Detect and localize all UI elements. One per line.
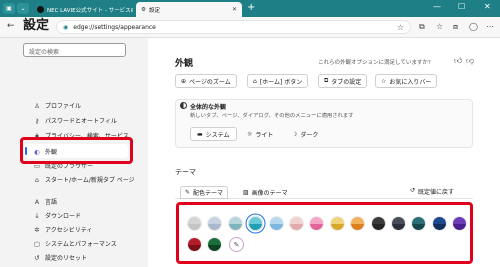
mode-label: システム bbox=[205, 131, 230, 139]
profile-avatar-icon[interactable]: ◯ bbox=[469, 22, 478, 31]
highlight-box-color-themes bbox=[176, 202, 473, 264]
back-icon[interactable]: ← bbox=[7, 21, 15, 31]
sidebar-item-label: 設定のリセット bbox=[45, 255, 88, 262]
sidebar-item-label: システムとパフォーマンス bbox=[45, 241, 117, 248]
button-label: タブの設定 bbox=[331, 78, 362, 86]
settings-title: 設定 bbox=[23, 18, 50, 33]
sidebar-item-label: アクセシビリティ bbox=[45, 227, 93, 234]
collections-icon[interactable]: ⧈ bbox=[453, 22, 458, 32]
url-input[interactable]: ◉ edge://settings/appearance ☆ bbox=[56, 20, 411, 34]
person-icon: ♙ bbox=[34, 101, 40, 110]
download-icon: ↓ bbox=[34, 211, 40, 220]
button-label: [ホーム] ボタン bbox=[259, 78, 303, 86]
overall-appearance-description: 新しいタブ、ページ、ダイアログ、その他のメニューに適用されます bbox=[190, 113, 354, 119]
overall-appearance-title: 全体的な外観 bbox=[190, 104, 227, 111]
edge-logo-icon: ◉ bbox=[63, 23, 69, 31]
tab-title: NEC LAVIE公式サイト - サービス& bbox=[47, 7, 133, 14]
close-tab-icon[interactable]: ✕ bbox=[232, 6, 237, 13]
thumbs-down-icon[interactable]: 👎︎ bbox=[466, 56, 474, 66]
thumbs-up-icon[interactable]: 👍︎ bbox=[454, 56, 462, 66]
image-icon: ▨ bbox=[243, 189, 249, 196]
zoom-button[interactable]: ⊕ ページのズーム bbox=[175, 74, 237, 88]
mode-label: ダーク bbox=[300, 131, 319, 139]
button-label: ページのズーム bbox=[189, 78, 231, 86]
feedback-question: これらの外観オプションに満足していますか? bbox=[318, 60, 431, 66]
url-text: edge://settings/appearance bbox=[73, 23, 156, 31]
star-icon: ☆ bbox=[381, 77, 387, 85]
reset-icon: ↺ bbox=[34, 253, 40, 262]
favorites-icon[interactable]: ☆ bbox=[436, 22, 443, 31]
moon-icon: ☽ bbox=[292, 130, 298, 138]
tabs-icon: ⧉ bbox=[324, 77, 329, 84]
settings-search-input[interactable]: 設定の検索 bbox=[23, 43, 126, 57]
sidebar-item-label: ダウンロード bbox=[45, 213, 82, 220]
mode-system-button[interactable]: ▬ システム bbox=[190, 127, 237, 141]
zoom-icon: ⊕ bbox=[181, 77, 187, 85]
reset-label: 既定値に戻す bbox=[418, 189, 455, 196]
close-icon[interactable]: ✕ bbox=[484, 2, 491, 11]
paint-brush-icon: ✎ bbox=[185, 189, 191, 196]
accessibility-icon: ✲ bbox=[34, 225, 40, 234]
more-menu-icon[interactable]: ⋯ bbox=[486, 22, 494, 31]
home-icon: ⌂ bbox=[253, 77, 257, 85]
tab-label: 画像のテーマ bbox=[251, 190, 288, 197]
address-bar: ← ↻ ◉ edge://settings/appearance ☆ ⧉ ☆ ⧈… bbox=[0, 17, 500, 38]
home-icon: ⌂ bbox=[34, 175, 40, 184]
sidebar-item-label: プロファイル bbox=[45, 103, 82, 110]
sidebar-item-label: 言語 bbox=[45, 199, 58, 206]
highlight-box-appearance bbox=[20, 137, 133, 164]
sidebar-item-accessibility[interactable]: ✲ アクセシビリティ bbox=[33, 225, 93, 235]
button-label: お気に入りバー bbox=[389, 78, 432, 86]
title-bar: ▣ ⌄ NEC LAVIE公式サイト - サービス& ✕ ⚙ 設定 ✕ + — … bbox=[0, 0, 500, 17]
minimize-icon[interactable]: — bbox=[433, 2, 441, 11]
key-icon: ⚷ bbox=[34, 116, 40, 125]
computer-icon: ▢ bbox=[33, 239, 41, 248]
profile-icon[interactable]: ▣ bbox=[3, 3, 15, 14]
new-tab-button[interactable]: + bbox=[247, 2, 255, 13]
tab-color-theme[interactable]: ✎ 配色テーマ bbox=[180, 186, 229, 199]
favorite-star-icon[interactable]: ☆ bbox=[397, 23, 404, 32]
maximize-icon[interactable]: ☐ bbox=[458, 2, 465, 11]
mode-light-button[interactable]: ☼ ライト bbox=[241, 127, 279, 141]
tab-label: 配色テーマ bbox=[193, 190, 224, 197]
sidebar-item-label: パスワードとオートフィル bbox=[45, 118, 117, 125]
tab-settings-button[interactable]: ⧉ タブの設定 bbox=[318, 74, 368, 88]
sidebar-item-label: スタート/ホーム/新規タブ ページ bbox=[45, 177, 135, 184]
contrast-icon bbox=[180, 102, 187, 109]
gear-icon: ⚙ bbox=[141, 6, 146, 13]
language-icon: A bbox=[34, 197, 40, 206]
mode-label: ライト bbox=[255, 131, 274, 139]
mode-dark-button[interactable]: ☽ ダーク bbox=[286, 127, 324, 141]
sidebar-item-downloads[interactable]: ↓ ダウンロード bbox=[33, 211, 82, 221]
sidebar-item-system[interactable]: ▢ システムとパフォーマンス bbox=[33, 239, 117, 249]
reset-to-default-button[interactable]: ↺ 既定値に戻す bbox=[410, 187, 454, 196]
sidebar-item-reset[interactable]: ↺ 設定のリセット bbox=[33, 253, 88, 263]
monitor-icon: ▬ bbox=[197, 130, 203, 138]
tab-settings[interactable]: ⚙ 設定 ✕ bbox=[136, 2, 242, 17]
favorites-bar-button[interactable]: ☆ お気に入りバー bbox=[375, 74, 438, 88]
sidebar-item-profile[interactable]: ♙ プロファイル bbox=[33, 101, 82, 111]
tab-image-theme[interactable]: ▨ 画像のテーマ bbox=[239, 186, 292, 199]
split-screen-icon[interactable]: ⧉ bbox=[419, 22, 425, 32]
sidebar-item-start-home[interactable]: ⌂ スタート/ホーム/新規タブ ページ bbox=[33, 175, 135, 185]
sidebar-item-languages[interactable]: A 言語 bbox=[33, 197, 58, 207]
home-button-shortcut[interactable]: ⌂ [ホーム] ボタン bbox=[247, 74, 309, 88]
sun-icon: ☼ bbox=[247, 130, 253, 138]
site-favicon-icon bbox=[37, 6, 44, 13]
undo-icon: ↺ bbox=[410, 187, 416, 194]
sidebar-item-passwords[interactable]: ⚷ パスワードとオートフィル bbox=[33, 116, 117, 126]
theme-heading: テーマ bbox=[175, 168, 196, 176]
tab-actions-icon[interactable]: ⌄ bbox=[17, 3, 29, 14]
page-title: 外観 bbox=[175, 59, 194, 69]
tab-title: 設定 bbox=[148, 7, 160, 14]
